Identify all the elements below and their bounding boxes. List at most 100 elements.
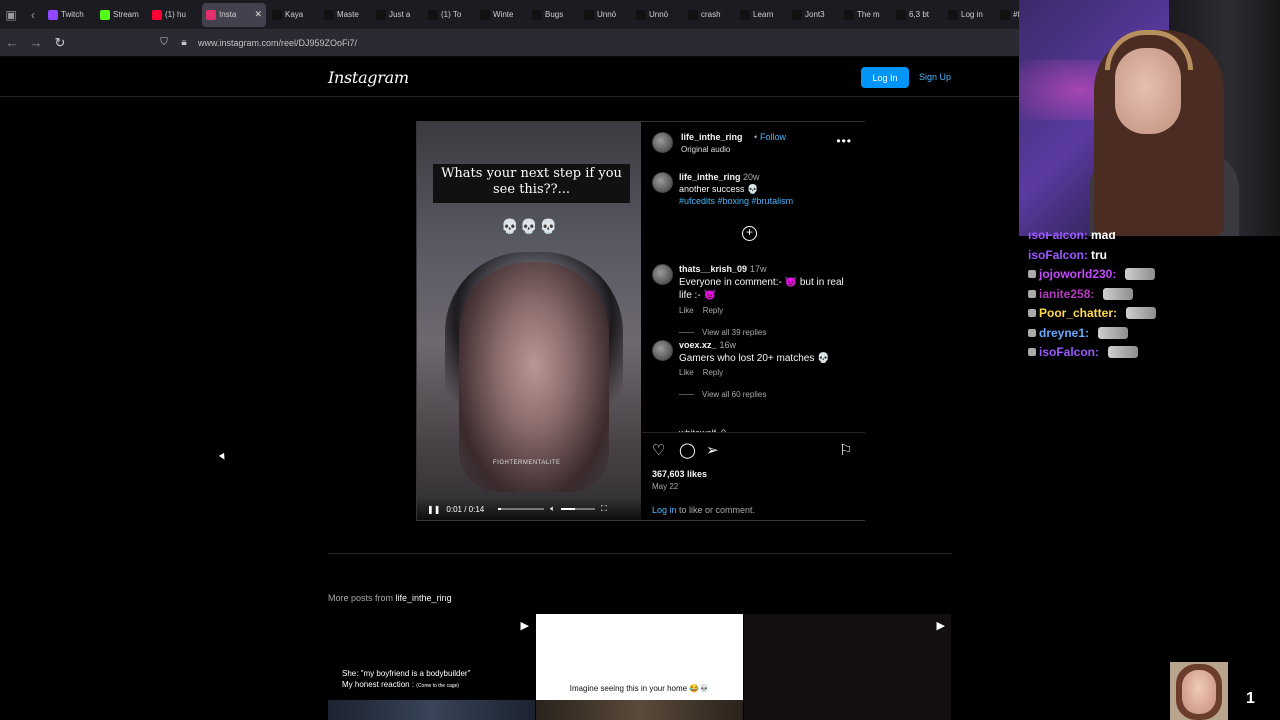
lock-icon[interactable]: 🔒︎ <box>178 37 190 49</box>
close-tab-icon[interactable]: ✕ <box>254 9 262 20</box>
comment-icon[interactable]: ◯ <box>679 441 696 459</box>
browser-tab[interactable]: #fyp <box>996 0 1020 29</box>
comment-username[interactable]: voex.xz_ <box>679 340 717 350</box>
tab-title: 6,3 bt <box>909 10 930 19</box>
tab-title: Just a <box>389 10 411 19</box>
chat-message: isoFalcon: tru <box>1028 246 1107 264</box>
secondary-webcam <box>1170 662 1228 720</box>
tab-scroll-left-icon[interactable]: ‹ <box>22 0 44 29</box>
tab-title: Learn <box>753 10 774 19</box>
browser-tab[interactable]: Maste <box>320 0 372 29</box>
video-overlay-caption: Whats your next step if you see this??..… <box>433 164 630 203</box>
video-controls: ❚❚ 0:01 / 0:14 🔈︎ ⛶ <box>417 498 641 520</box>
post-side-panel: life_inthe_ring • Follow Original audio … <box>642 122 865 520</box>
view-replies-label[interactable]: View all 39 replies <box>702 328 766 337</box>
video-seek-bar[interactable] <box>498 508 545 510</box>
browser-tab[interactable]: Unnö <box>632 0 684 29</box>
browser-tab[interactable]: Learn <box>736 0 788 29</box>
tab-overview-icon[interactable]: ▣ <box>0 0 22 29</box>
more-posts-username[interactable]: life_inthe_ring <box>396 593 452 603</box>
instagram-logo[interactable]: Instagram <box>328 68 409 87</box>
chat-badge-icon <box>1028 328 1036 337</box>
chat-username[interactable]: jojoworld230: <box>1039 267 1116 281</box>
share-icon[interactable]: ➢ <box>706 441 719 459</box>
tab-title: Log in <box>961 10 983 19</box>
browser-tab[interactable]: Stream <box>96 0 148 29</box>
browser-tab[interactable]: Unnö <box>580 0 632 29</box>
comment-username-wrap: thats__krish_09 17w <box>679 264 767 274</box>
login-prompt-link[interactable]: Log in <box>652 505 677 515</box>
caption-username[interactable]: life_inthe_ring <box>679 172 741 182</box>
comment-like-button[interactable]: Like <box>679 306 694 315</box>
add-circle-icon[interactable]: + <box>742 226 757 241</box>
browser-tab[interactable]: Kaya <box>268 0 320 29</box>
streamer-webcam <box>1019 0 1280 236</box>
address-bar[interactable]: ⛉ 🔒︎ www.instagram.com/reel/DJ959ZOoFi7/ <box>158 37 357 49</box>
youtube-icon <box>152 9 162 20</box>
mouse-cursor <box>218 452 228 462</box>
chat-username[interactable]: isoFalcon: <box>1039 345 1099 359</box>
browser-tab[interactable]: Log in <box>944 0 996 29</box>
chat-text: tru <box>1091 247 1108 262</box>
back-arrow-icon[interactable]: ← <box>0 35 24 50</box>
comment-reply-button[interactable]: Reply <box>703 306 723 315</box>
reel-icon: ▶ <box>520 620 529 632</box>
video-frame-face <box>459 262 609 492</box>
author-avatar[interactable] <box>652 132 673 153</box>
bookmark-icon[interactable]: ⚐ <box>839 441 852 459</box>
comment-like-button[interactable]: Like <box>679 368 694 377</box>
tiktok-icon <box>1000 9 1010 20</box>
tracking-shield-icon[interactable]: ⛉ <box>158 37 170 49</box>
original-audio-link[interactable]: Original audio <box>681 145 730 154</box>
chat-username[interactable]: Poor_chatter: <box>1039 306 1117 320</box>
view-replies[interactable]: View all 39 replies <box>679 328 766 337</box>
comment-age: 17w <box>750 264 767 274</box>
more-options-icon[interactable]: ••• <box>836 134 852 148</box>
post-thumbnail[interactable]: Imagine seeing this in your home 😂💀 <box>536 614 743 720</box>
reel-video[interactable]: Whats your next step if you see this??..… <box>417 122 641 520</box>
video-watermark: FIGHTERMENTALITE <box>493 460 561 466</box>
chat-username[interactable]: ianite258: <box>1039 287 1094 301</box>
browser-tab[interactable]: Just a <box>372 0 424 29</box>
login-button[interactable]: Log In <box>861 67 909 88</box>
comment-avatar[interactable] <box>652 340 673 361</box>
post-thumbnail[interactable]: ▶ <box>744 614 951 720</box>
reload-icon[interactable]: ↻ <box>48 35 72 51</box>
tab-title: Winte <box>493 10 514 19</box>
tiktok-icon <box>948 9 958 20</box>
browser-tab[interactable]: The m <box>840 0 892 29</box>
comment-username[interactable]: thats__krish_09 <box>679 264 747 274</box>
browser-tab[interactable]: crash <box>684 0 736 29</box>
browser-tab[interactable]: (1) hu <box>148 0 200 29</box>
chat-username[interactable]: dreyne1: <box>1039 326 1089 340</box>
browser-tab[interactable]: Jont3 <box>788 0 840 29</box>
browser-tab[interactable]: Insta ✕ <box>202 2 266 27</box>
comment-reply-button[interactable]: Reply <box>703 368 723 377</box>
volume-slider[interactable] <box>561 508 596 510</box>
browser-tab[interactable]: (1) To <box>424 0 476 29</box>
caption-avatar[interactable] <box>652 172 673 193</box>
comment-avatar[interactable] <box>652 264 673 285</box>
author-username[interactable]: life_inthe_ring <box>681 132 743 142</box>
chat-username[interactable]: isoFalcon: <box>1028 248 1088 262</box>
browser-tab[interactable]: Twitch <box>44 0 96 29</box>
post-thumbnail[interactable]: ▶ She: "my boyfriend is a bodybuilder" My… <box>328 614 535 720</box>
forward-arrow-icon[interactable]: → <box>24 35 48 50</box>
volume-icon[interactable]: 🔈︎ <box>550 504 555 514</box>
fullscreen-icon[interactable]: ⛶ <box>601 504 607 514</box>
url-text[interactable]: www.instagram.com/reel/DJ959ZOoFi7/ <box>198 38 357 48</box>
comment-username-wrap: voex.xz_ 16w <box>679 340 736 350</box>
heart-icon[interactable]: ♡ <box>652 441 665 459</box>
view-replies[interactable]: View all 60 replies <box>679 390 766 399</box>
signup-link[interactable]: Sign Up <box>919 72 951 82</box>
browser-tab[interactable]: Winte <box>476 0 528 29</box>
reel-post: Whats your next step if you see this??..… <box>416 121 865 521</box>
like-count[interactable]: 367,603 likes <box>652 469 707 479</box>
tiktok-icon <box>272 9 282 20</box>
browser-tab[interactable]: 6,3 bt <box>892 0 944 29</box>
view-replies-label[interactable]: View all 60 replies <box>702 390 766 399</box>
caption-hashtags[interactable]: #ufcedits #boxing #brutalism <box>679 196 859 206</box>
browser-tab[interactable]: Bugs <box>528 0 580 29</box>
follow-button[interactable]: Follow <box>760 132 786 142</box>
pause-icon[interactable]: ❚❚ <box>427 505 440 514</box>
